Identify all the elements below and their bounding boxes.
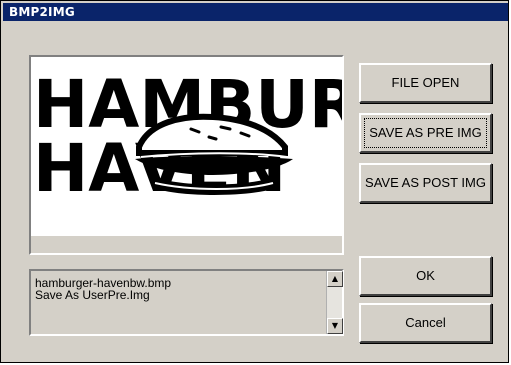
bmp2img-dialog: BMP2IMG HAMBURGE HAVEN (0, 0, 509, 363)
ok-button[interactable]: OK (359, 256, 492, 296)
log-line-2: Save As UserPre.Img (35, 288, 150, 302)
cancel-button[interactable]: Cancel (359, 303, 492, 343)
image-preview-panel: HAMBURGE HAVEN (29, 55, 344, 255)
save-as-pre-img-button[interactable]: SAVE AS PRE IMG (359, 113, 492, 153)
window-title: BMP2IMG (3, 3, 508, 21)
scroll-up-arrow-icon[interactable]: ▲ (327, 271, 343, 287)
log-listbox[interactable]: hamburger-havenbw.bmp Save As UserPre.Im… (29, 269, 344, 336)
save-as-post-img-button[interactable]: SAVE AS POST IMG (359, 163, 492, 203)
preview-bottom-strip (31, 236, 342, 253)
scroll-down-arrow-icon[interactable]: ▼ (327, 318, 343, 334)
file-open-button[interactable]: FILE OPEN (359, 63, 492, 103)
log-scrollbar[interactable]: ▲ ▼ (326, 271, 343, 334)
hamburger-haven-image: HAMBURGE HAVEN (33, 66, 342, 207)
